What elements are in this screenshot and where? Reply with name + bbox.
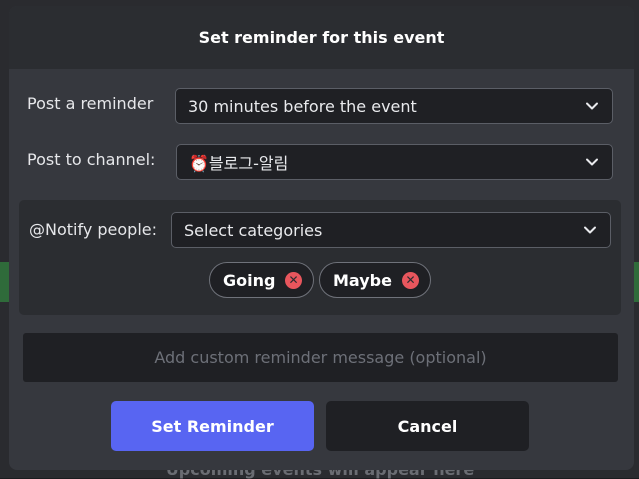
notify-categories-select[interactable]: Select categories <box>171 212 611 248</box>
channel-label: Post to channel: <box>27 150 156 169</box>
channel-row: Post to channel: <box>27 150 155 169</box>
cancel-button[interactable]: Cancel <box>326 401 529 451</box>
reminder-time-select[interactable]: 30 minutes before the event <box>175 88 613 124</box>
reminder-time-value: 30 minutes before the event <box>188 96 417 116</box>
chevron-down-icon <box>584 226 596 234</box>
dialog-header: Set reminder for this event <box>9 6 634 69</box>
reminder-dialog: Set reminder for this event Post a remin… <box>9 6 634 470</box>
notify-tag-maybe: Maybe ✕ <box>319 262 431 298</box>
reminder-row: Post a reminder <box>27 94 153 113</box>
dialog-title: Set reminder for this event <box>198 28 445 47</box>
notify-label: @Notify people: <box>29 220 158 239</box>
chevron-down-icon <box>586 102 598 110</box>
set-reminder-button[interactable]: Set Reminder <box>111 401 314 451</box>
notify-categories-placeholder: Select categories <box>184 220 323 240</box>
channel-select[interactable]: ⏰블로그-알림 <box>176 144 613 180</box>
notify-tag-label: Going <box>223 270 276 290</box>
remove-tag-icon[interactable]: ✕ <box>285 272 302 289</box>
notify-tag-label: Maybe <box>333 270 392 290</box>
notify-tag-going: Going ✕ <box>209 262 314 298</box>
notify-section: @Notify people: Select categories Going … <box>19 200 621 315</box>
custom-message-input[interactable] <box>23 333 618 382</box>
channel-value: ⏰블로그-알림 <box>189 154 289 173</box>
reminder-label: Post a reminder <box>27 94 154 113</box>
chevron-down-icon <box>586 158 598 166</box>
remove-tag-icon[interactable]: ✕ <box>402 272 419 289</box>
